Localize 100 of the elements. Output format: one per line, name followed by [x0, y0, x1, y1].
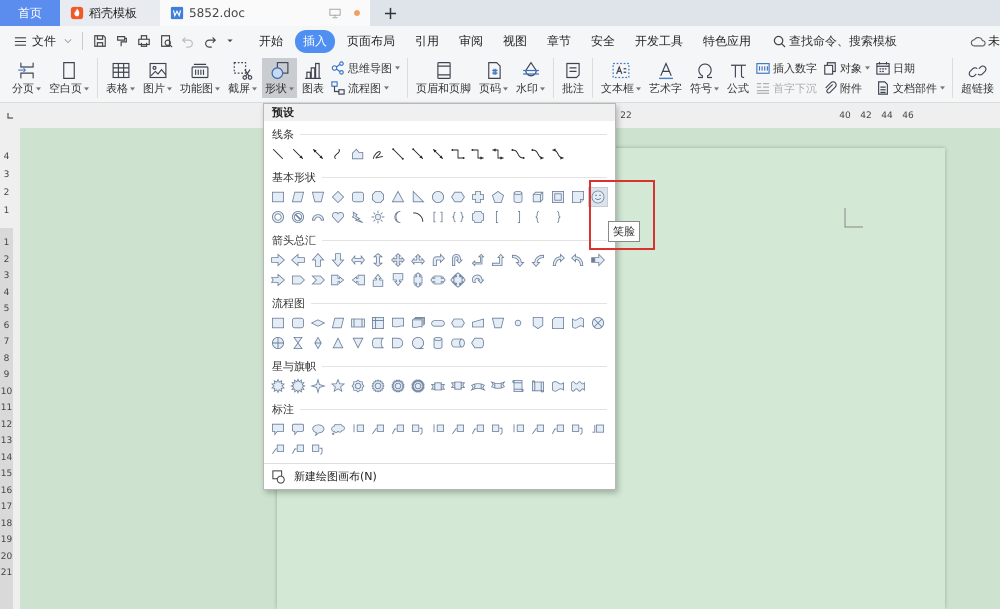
- ribbon-button[interactable]: 图表: [299, 58, 327, 98]
- ruler-number: 1: [2, 205, 10, 218]
- ruler-number: 4: [2, 151, 10, 164]
- document-icon: [876, 81, 890, 95]
- file-menu-button[interactable]: 文件: [10, 32, 76, 50]
- save-icon[interactable]: [93, 34, 107, 48]
- ribbon-button[interactable]: 插入数字: [754, 60, 819, 76]
- ribbon-button[interactable]: 截屏: [225, 58, 260, 98]
- ruler-number: 40: [839, 110, 851, 120]
- preview-icon[interactable]: [159, 34, 173, 48]
- ruler-number: 12: [0, 418, 13, 432]
- ruler-number: 2: [2, 254, 10, 266]
- ruler-number: 1: [2, 237, 10, 250]
- scissors-icon: [232, 60, 254, 81]
- shapes-icon: [268, 60, 290, 81]
- tab-stop-icon[interactable]: [6, 112, 14, 120]
- ribbon-tab[interactable]: 页面布局: [339, 30, 403, 52]
- ribbon-tab[interactable]: 安全: [583, 30, 623, 52]
- ruler-number: 17: [0, 501, 13, 514]
- flowchart-icon: [331, 81, 345, 95]
- ruler-number: 42: [860, 110, 872, 120]
- menu-icon: [14, 34, 27, 48]
- ribbon-tab[interactable]: 视图: [495, 30, 535, 52]
- ribbon-tab[interactable]: 引用: [407, 30, 447, 52]
- section-title: 基本形状: [272, 170, 316, 184]
- four-point-star-icon[interactable]: [308, 376, 328, 396]
- ribbon-button[interactable]: 艺术字: [646, 58, 685, 98]
- arrow-callout-icon[interactable]: [448, 270, 468, 290]
- new-tab-icon[interactable]: [384, 6, 397, 20]
- chevron-down-icon: [64, 38, 72, 44]
- calendar-icon: [876, 61, 890, 75]
- ruler-number: 2: [2, 187, 10, 200]
- ruler-number: 18: [0, 518, 13, 530]
- ribbon-tab[interactable]: 章节: [539, 30, 579, 52]
- new-canvas-button[interactable]: 新建绘图画布(N): [264, 463, 615, 489]
- cloud-icon[interactable]: [970, 34, 986, 48]
- bar-chart-icon: [302, 60, 324, 81]
- ribbon-button[interactable]: 超链接: [958, 58, 997, 98]
- ribbon-button[interactable]: 附件: [821, 80, 872, 96]
- smiley-icon[interactable]: [588, 187, 608, 207]
- ribbon-tab[interactable]: 开始: [251, 30, 291, 52]
- table-icon: [110, 60, 132, 81]
- ribbon-button[interactable]: 公式: [724, 58, 752, 98]
- ribbon-button[interactable]: 思维导图: [329, 60, 402, 76]
- ribbon-button[interactable]: 流程图: [329, 80, 402, 96]
- ruler-number: 10: [0, 386, 13, 398]
- object-icon: [823, 61, 837, 75]
- ribbon-tab[interactable]: 审阅: [451, 30, 491, 52]
- ruler-number: 6: [2, 320, 10, 332]
- explosion-icon[interactable]: [268, 376, 288, 396]
- ribbon-button[interactable]: 形状: [262, 58, 297, 98]
- brush-icon[interactable]: [115, 34, 129, 48]
- ruler-number: 44: [881, 110, 893, 120]
- ribbon-button[interactable]: 页眉和页脚: [413, 58, 474, 98]
- ribbon-button[interactable]: 水印: [513, 58, 548, 98]
- sync-status[interactable]: 未: [988, 32, 1000, 50]
- ruler-number: 19: [0, 534, 13, 547]
- section-title: 线条: [272, 126, 294, 142]
- ruler-number: 4: [2, 286, 10, 300]
- canvas-shapes-icon: [272, 470, 286, 484]
- text-box-icon: [610, 60, 632, 81]
- document-tab[interactable]: 5852.doc: [160, 0, 370, 26]
- ribbon-button[interactable]: 功能图: [177, 58, 223, 98]
- section-title: 流程图: [272, 296, 305, 310]
- ribbon-tab[interactable]: 特色应用: [695, 30, 759, 52]
- ruler-number: 14: [0, 452, 13, 464]
- ribbon-button[interactable]: 表格: [103, 58, 138, 98]
- ruler-number: 20: [0, 550, 13, 564]
- margin-corner-mark: [843, 208, 863, 228]
- search-field[interactable]: 查找命令、搜索模板: [773, 34, 909, 48]
- ribbon-tab[interactable]: 开发工具: [627, 30, 691, 52]
- ruler-number: 5: [2, 303, 10, 316]
- search-icon: [773, 34, 786, 48]
- explosion-icon[interactable]: [288, 376, 308, 396]
- ribbon-button[interactable]: 符号: [687, 58, 722, 98]
- ribbon-button[interactable]: 日期: [874, 60, 947, 76]
- ribbon-button[interactable]: 图片: [140, 58, 175, 98]
- ribbon-button[interactable]: 页码: [476, 58, 511, 98]
- panel-header: 预设: [264, 104, 615, 121]
- highlight-frame: [589, 180, 655, 250]
- ruler-number: 22: [620, 110, 632, 120]
- ruler-number: 3: [2, 169, 10, 182]
- ruler-number: 16: [0, 484, 13, 498]
- tooltip: 笑脸: [608, 221, 640, 242]
- paperclip-icon: [823, 81, 837, 95]
- print-icon[interactable]: [137, 34, 151, 48]
- ribbon-button[interactable]: 空白页: [46, 58, 92, 98]
- ribbon-button[interactable]: 文档部件: [874, 80, 947, 96]
- ribbon-button[interactable]: 文本框: [598, 58, 644, 98]
- ruler-number: 15: [0, 468, 13, 481]
- image-icon: [146, 60, 168, 81]
- ribbon-button[interactable]: 分页: [9, 58, 44, 98]
- ribbon-button[interactable]: 对象: [821, 60, 872, 76]
- ruler-number: 13: [0, 435, 13, 448]
- drop-cap-icon: [756, 81, 770, 95]
- section-title: 箭头总汇: [272, 232, 316, 248]
- monitor-icon[interactable]: [329, 8, 341, 18]
- document-tab[interactable]: 稻壳模板: [60, 0, 160, 26]
- ruler-number: 21: [0, 567, 13, 580]
- ribbon-button[interactable]: 批注: [559, 58, 587, 98]
